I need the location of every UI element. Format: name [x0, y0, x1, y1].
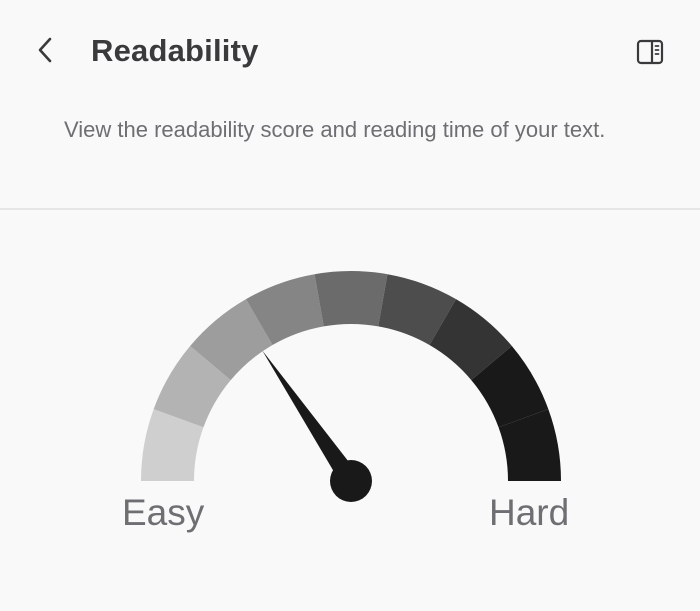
- gauge-segment-5: [314, 271, 388, 327]
- toggle-panel-button[interactable]: [634, 36, 666, 68]
- sidebar-panel-icon: [636, 39, 664, 65]
- back-button[interactable]: [30, 32, 60, 68]
- header: Readability: [0, 0, 700, 100]
- chevron-left-icon: [38, 37, 52, 63]
- gauge-needle: [262, 350, 372, 502]
- gauge-segments: [141, 271, 561, 481]
- readability-gauge: [141, 271, 561, 502]
- gauge-min-label: Easy: [122, 492, 205, 533]
- gauge-max-label: Hard: [489, 492, 570, 533]
- gauge-needle-hub: [330, 460, 372, 502]
- description-text: View the readability score and reading t…: [64, 117, 606, 142]
- page-title: Readability: [91, 33, 259, 68]
